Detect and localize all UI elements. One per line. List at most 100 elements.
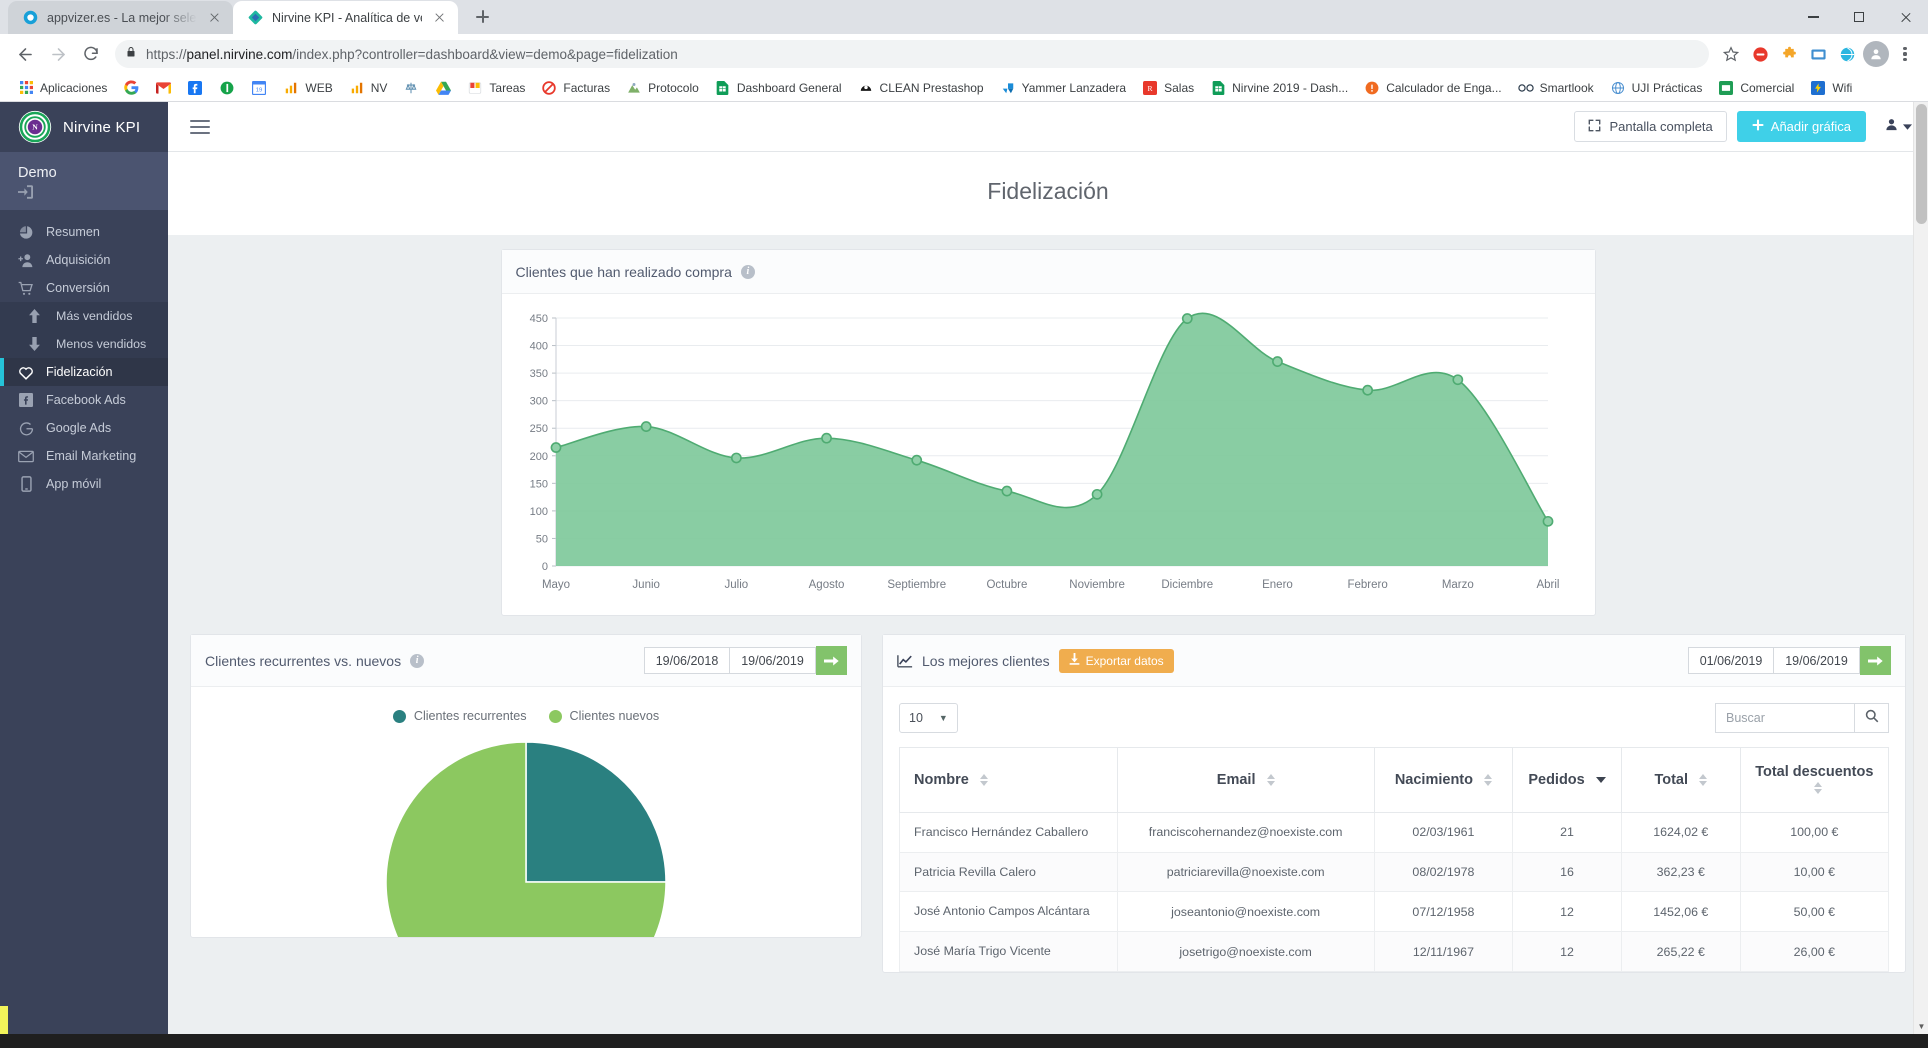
table-row[interactable]: Patricia Revilla Calero patriciarevilla@n…	[899, 851, 1890, 893]
bookmark-calculador[interactable]: Calculador de Enga...	[1356, 78, 1509, 98]
data-point[interactable]	[1361, 384, 1373, 396]
pie-apply-button[interactable]	[816, 646, 847, 675]
puzzle-extension-icon[interactable]	[1776, 41, 1802, 67]
close-icon[interactable]	[206, 10, 222, 26]
browser-tab-2[interactable]: Nirvine KPI - Analítica de ventas	[233, 1, 458, 34]
data-point[interactable]	[640, 421, 652, 432]
address-bar[interactable]: https://panel.nirvine.com/index.php?cont…	[115, 40, 1709, 68]
sidebar-item-adquisicion[interactable]: Adquisición	[0, 246, 168, 274]
table-row[interactable]: José María Trigo Vicente josetrigo@noexis…	[899, 931, 1890, 972]
bookmark-google[interactable]	[115, 78, 147, 98]
sidebar-item-resumen[interactable]: Resumen	[0, 218, 168, 246]
data-point[interactable]	[910, 454, 922, 466]
search-button[interactable]	[1855, 703, 1889, 733]
menu-toggle-icon[interactable]	[190, 119, 210, 134]
new-tab-button[interactable]	[468, 3, 496, 31]
bookmark-facebook[interactable]	[179, 78, 211, 98]
sidebar-item-google-ads[interactable]: Google Ads	[0, 414, 168, 442]
bookmark-calendar[interactable]: 19	[243, 78, 275, 98]
data-point[interactable]	[1181, 313, 1193, 324]
bookmark-nv[interactable]: NV	[341, 78, 396, 98]
pie-date-to-input[interactable]: 19/06/2019	[730, 647, 816, 674]
pie-slice[interactable]	[525, 741, 667, 883]
back-icon[interactable]	[10, 39, 40, 69]
sidebar-item-conversion[interactable]: Conversión	[0, 274, 168, 302]
bookmark-aplicaciones[interactable]: Aplicaciones	[10, 78, 115, 98]
bookmark-drive[interactable]	[427, 78, 459, 98]
table-apply-button[interactable]	[1860, 646, 1891, 675]
chrome-menu-icon[interactable]	[1892, 41, 1918, 67]
bookmark-facturas[interactable]: Facturas	[533, 78, 618, 98]
search-input[interactable]: Buscar	[1715, 703, 1855, 733]
col-header-nacimiento[interactable]: Nacimiento	[1373, 747, 1514, 813]
bookmark-yammer[interactable]: Yammer Lanzadera	[992, 78, 1135, 98]
bookmark-uji-practicas[interactable]: UJI Prácticas	[1602, 78, 1711, 98]
col-header-total-descuentos[interactable]: Total descuentos	[1739, 747, 1890, 813]
add-chart-button[interactable]: Añadir gráfica	[1736, 111, 1866, 142]
bookmark-protocolo[interactable]: Protocolo	[618, 78, 707, 98]
adblock-icon[interactable]	[1747, 41, 1773, 67]
bookmark-star-icon[interactable]	[1718, 41, 1744, 67]
info-icon[interactable]: i	[740, 264, 755, 279]
data-point[interactable]	[1091, 488, 1102, 500]
data-point[interactable]	[1451, 374, 1463, 386]
bookmark-balance[interactable]	[395, 78, 427, 98]
data-point[interactable]	[1001, 485, 1012, 497]
maximize-button[interactable]	[1836, 0, 1882, 34]
bookmark-green-circle[interactable]	[211, 78, 243, 98]
data-point[interactable]	[1271, 356, 1283, 367]
page-length-select[interactable]: 10 ▼	[899, 703, 958, 733]
dashboard-scroll-area[interactable]: Clientes que han realizado compra i 0 50 1…	[168, 235, 1928, 1034]
account-block[interactable]: Demo	[0, 152, 168, 210]
close-icon[interactable]	[431, 10, 447, 26]
table-date-from-input[interactable]: 01/06/2019	[1688, 647, 1774, 674]
bookmark-tareas[interactable]: Tareas	[459, 78, 533, 98]
table-row[interactable]: José Antonio Campos Alcántara joseantonio…	[899, 891, 1890, 933]
fullscreen-button[interactable]: Pantalla completa	[1574, 111, 1727, 142]
data-point[interactable]	[1542, 515, 1553, 527]
sidebar-item-mas-vendidos[interactable]: Más vendidos	[0, 302, 168, 330]
col-header-total[interactable]: Total	[1620, 747, 1741, 813]
sidebar-item-email-marketing[interactable]: Email Marketing	[0, 442, 168, 470]
scrollbar-thumb[interactable]	[1916, 104, 1927, 224]
bookmark-clean-prestashop[interactable]: CLEAN Prestashop	[850, 78, 992, 98]
table-date-to-input[interactable]: 19/06/2019	[1774, 647, 1860, 674]
info-icon[interactable]: i	[410, 653, 425, 668]
forward-icon[interactable]	[43, 39, 73, 69]
window-close-button[interactable]	[1882, 0, 1928, 34]
col-header-email[interactable]: Email	[1116, 747, 1375, 813]
bookmark-smartlook[interactable]: Smartlook	[1510, 78, 1602, 98]
bookmark-gmail[interactable]	[147, 78, 179, 98]
bookmark-wifi[interactable]: Wifi	[1802, 78, 1860, 98]
brand-header[interactable]: N Nirvine KPI	[0, 102, 168, 152]
sidebar-item-fidelizacion[interactable]: Fidelización	[0, 358, 168, 386]
reload-icon[interactable]	[76, 39, 106, 69]
user-menu-button[interactable]	[1876, 117, 1912, 137]
screenshot-extension-icon[interactable]	[1805, 41, 1831, 67]
legend-item-nuevos[interactable]: Clientes nuevos	[548, 709, 659, 723]
vpn-extension-icon[interactable]	[1834, 41, 1860, 67]
export-data-button[interactable]: Exportar datos	[1058, 648, 1174, 673]
scroll-down-arrow-icon[interactable]: ▼	[1914, 1019, 1928, 1034]
col-header-nombre[interactable]: Nombre	[899, 747, 1118, 813]
data-point[interactable]	[730, 452, 742, 464]
legend-item-recurrentes[interactable]: Clientes recurrentes	[392, 709, 527, 723]
data-point[interactable]	[550, 442, 561, 453]
browser-tab-1[interactable]: appvizer.es - La mejor selección d	[8, 1, 233, 34]
bookmark-salas[interactable]: R Salas	[1134, 78, 1202, 98]
minimize-button[interactable]	[1790, 0, 1836, 34]
sidebar-item-menos-vendidos[interactable]: Menos vendidos	[0, 330, 168, 358]
bookmark-web[interactable]: WEB	[275, 78, 340, 98]
bookmark-dashboard-general[interactable]: Dashboard General	[707, 78, 850, 98]
table-row[interactable]: Francisco Hernández Caballero franciscohe…	[899, 812, 1890, 853]
sidebar-item-facebook-ads[interactable]: Facebook Ads	[0, 386, 168, 414]
sidebar-item-app-movil[interactable]: App móvil	[0, 470, 168, 498]
bookmark-nirvine-2019[interactable]: Nirvine 2019 - Dash...	[1202, 78, 1356, 98]
logout-icon[interactable]	[18, 185, 168, 199]
profile-avatar[interactable]	[1863, 41, 1889, 67]
data-point[interactable]	[820, 432, 832, 444]
pie-date-from-input[interactable]: 19/06/2018	[644, 647, 730, 674]
page-scrollbar[interactable]: ▲ ▼	[1913, 102, 1928, 1034]
bookmark-comercial[interactable]: Comercial	[1710, 78, 1802, 98]
col-header-pedidos[interactable]: Pedidos	[1512, 747, 1622, 813]
